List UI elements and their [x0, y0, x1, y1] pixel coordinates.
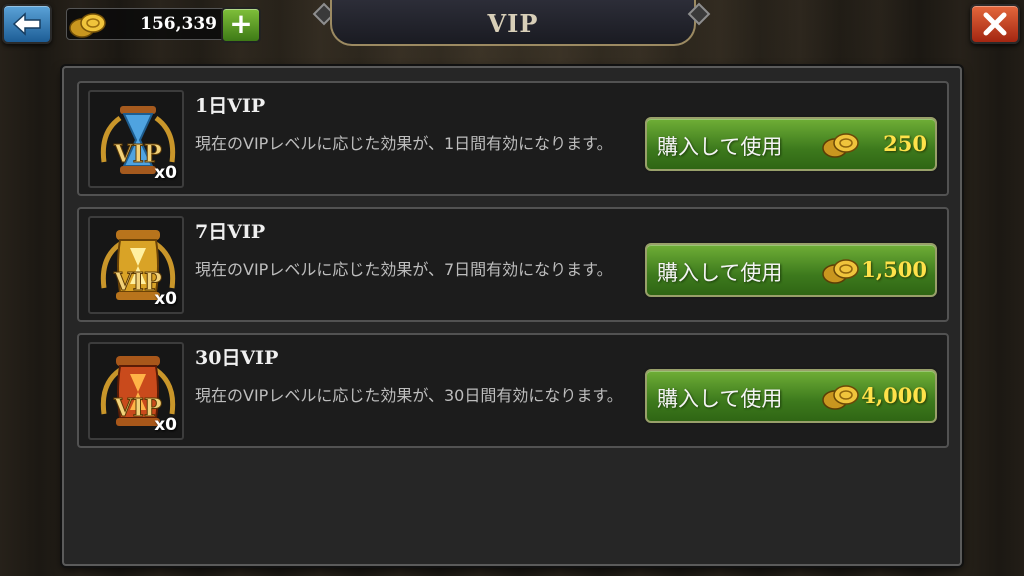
- item-description: 現在のVIPレベルに応じた効果が、7日間有効になります。: [195, 260, 613, 279]
- item-count: x0: [154, 415, 177, 435]
- vip-shop-panel: VIP x0 1日VIP 現在のVIPレベルに応じた効果が、1日間有効になります…: [62, 66, 962, 566]
- buy-and-use-button-1day[interactable]: 購入して使用 250: [645, 117, 937, 171]
- price: 250: [883, 131, 927, 156]
- page-title: VIP: [487, 8, 539, 38]
- buy-button-label: 購入して使用: [657, 135, 783, 159]
- close-button[interactable]: [970, 4, 1020, 44]
- gold-coin-icon: [69, 13, 106, 38]
- price: 1,500: [861, 257, 927, 282]
- vip-item-1day: VIP x0 1日VIP 現在のVIPレベルに応じた効果が、1日間有効になります…: [77, 81, 949, 196]
- buy-button-label: 購入して使用: [657, 261, 783, 285]
- buy-button-label: 購入して使用: [657, 387, 783, 411]
- vip-hourglass-blue-icon: VIP x0: [88, 90, 184, 188]
- gold-coin-icon: [822, 259, 859, 284]
- item-name: 7日VIP: [195, 221, 266, 243]
- vip-item-30day: VIP x0 30日VIP 現在のVIPレベルに応じた効果が、30日間有効になり…: [77, 333, 949, 448]
- item-description: 現在のVIPレベルに応じた効果が、1日間有効になります。: [195, 134, 613, 153]
- coin-amount: 156,339: [140, 14, 217, 34]
- gold-coin-icon: [822, 133, 859, 158]
- arrow-left-icon: [12, 12, 41, 36]
- vip-hourglass-gold-icon: VIP x0: [88, 216, 184, 314]
- buy-and-use-button-30day[interactable]: 購入して使用 4,000: [645, 369, 937, 423]
- close-x-icon: [983, 12, 1007, 36]
- item-count: x0: [154, 163, 177, 183]
- item-count: x0: [154, 289, 177, 309]
- title-plate: VIP: [330, 0, 696, 46]
- back-button[interactable]: [2, 4, 52, 44]
- add-coins-button[interactable]: +: [221, 7, 261, 43]
- gold-coin-icon: [822, 385, 859, 410]
- coin-balance: 156,339: [66, 8, 226, 40]
- price: 4,000: [861, 383, 927, 408]
- vip-item-7day: VIP x0 7日VIP 現在のVIPレベルに応じた効果が、7日間有効になります…: [77, 207, 949, 322]
- buy-and-use-button-7day[interactable]: 購入して使用 1,500: [645, 243, 937, 297]
- vip-hourglass-red-icon: VIP x0: [88, 342, 184, 440]
- item-name: 30日VIP: [195, 347, 279, 369]
- item-name: 1日VIP: [195, 95, 266, 117]
- item-description: 現在のVIPレベルに応じた効果が、30日間有効になります。: [195, 386, 623, 405]
